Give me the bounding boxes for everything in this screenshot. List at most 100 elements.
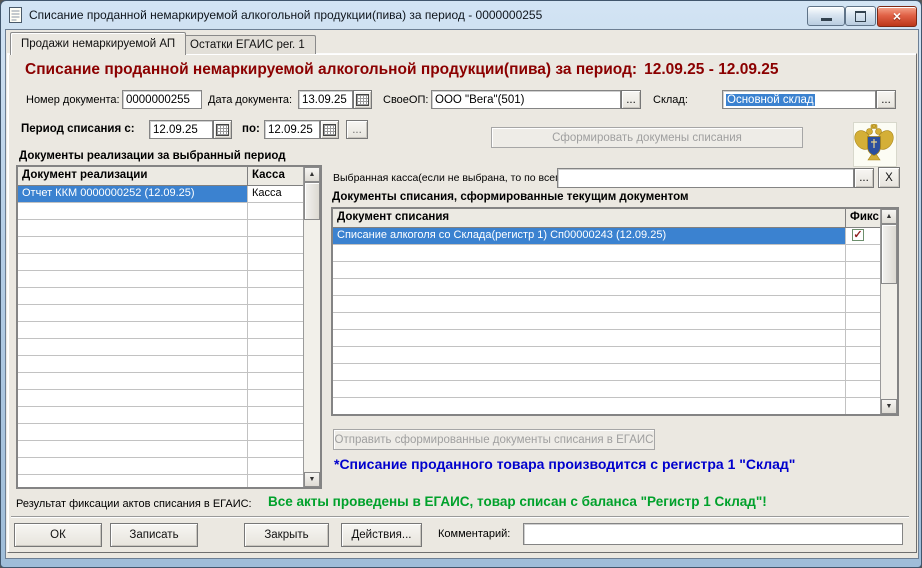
table-cell[interactable] [846,296,881,312]
table-cell[interactable] [18,220,248,236]
table-cell[interactable] [248,441,304,457]
table-cell[interactable] [333,398,846,414]
cashbox-clear-button[interactable]: X [878,167,900,188]
period-to-field[interactable]: 12.09.25 [264,120,320,139]
close-form-button[interactable]: Закрыть [244,523,329,547]
selected-cashbox-field[interactable] [557,168,854,188]
table-cell[interactable] [18,322,248,338]
table-cell[interactable] [18,203,248,219]
table-cell[interactable]: Отчет ККМ 0000000252 (12.09.25) [18,186,248,202]
period-from-field[interactable]: 12.09.25 [149,120,213,139]
period-to-calendar-button[interactable] [320,120,339,139]
table-row[interactable] [18,390,304,407]
table-cell[interactable]: Касса [248,186,304,202]
titlebar[interactable]: Списание проданной немаркируемой алкогол… [1,1,921,29]
scroll-thumb[interactable] [304,182,320,220]
warehouse-field[interactable]: Основной склад [722,90,876,109]
scroll-up-icon[interactable]: ▲ [304,167,320,182]
table-cell[interactable] [248,407,304,423]
table-cell[interactable] [248,254,304,270]
table-row[interactable] [333,313,881,330]
table-row[interactable] [18,220,304,237]
table-row[interactable] [333,279,881,296]
scroll-down-icon[interactable]: ▼ [881,399,897,414]
table-cell[interactable] [333,330,846,346]
table-cell[interactable] [18,254,248,270]
tab-egais-remains[interactable]: Остатки ЕГАИС рег. 1 [179,35,316,54]
table-row[interactable] [18,458,304,475]
table-cell[interactable] [846,313,881,329]
table-row[interactable]: Списание алкоголя со Склада(регистр 1) С… [333,228,881,245]
own-op-select-button[interactable]: ... [621,90,641,109]
doc-number-field[interactable]: 0000000255 [122,90,202,109]
table-cell[interactable] [846,330,881,346]
table-cell[interactable] [846,398,881,414]
table-cell[interactable] [846,364,881,380]
scroll-up-icon[interactable]: ▲ [881,209,897,224]
table-cell[interactable] [333,415,846,416]
table-cell[interactable] [248,339,304,355]
vertical-scrollbar[interactable]: ▲ ▼ [880,209,897,414]
generate-writeoff-docs-button[interactable]: Сформировать докумены списания [491,127,803,148]
table-row[interactable] [18,237,304,254]
table-cell[interactable] [18,407,248,423]
table-cell[interactable] [18,424,248,440]
table-cell[interactable] [18,237,248,253]
table-row[interactable] [18,288,304,305]
table-cell[interactable] [18,441,248,457]
table-cell[interactable] [333,313,846,329]
table-row[interactable] [18,475,304,489]
table-row[interactable] [18,373,304,390]
table-cell[interactable] [846,381,881,397]
fix-checkbox[interactable]: ✓ [852,229,864,241]
cashbox-select-button[interactable]: ... [854,168,874,188]
table-row[interactable] [18,305,304,322]
tab-sales-unmarked[interactable]: Продажи немаркируемой АП [10,32,186,55]
table-cell[interactable] [333,296,846,312]
table-row[interactable] [333,381,881,398]
vertical-scrollbar[interactable]: ▲ ▼ [303,167,320,487]
table-cell[interactable]: Списание алкоголя со Склада(регистр 1) С… [333,228,846,244]
table-cell[interactable] [18,305,248,321]
period-from-calendar-button[interactable] [213,120,232,139]
table-cell[interactable] [248,356,304,372]
table-cell[interactable] [248,390,304,406]
doc-date-field[interactable]: 13.09.25 [298,90,353,109]
table-cell[interactable] [248,305,304,321]
table-cell[interactable] [333,245,846,261]
table-cell[interactable] [248,373,304,389]
table-cell[interactable] [248,271,304,287]
table-cell[interactable] [248,288,304,304]
table-row[interactable] [333,415,881,416]
table-cell[interactable]: ✓ [846,228,881,244]
table-cell[interactable] [248,458,304,474]
table-cell[interactable] [333,381,846,397]
table-cell[interactable] [333,364,846,380]
table-cell[interactable] [846,347,881,363]
table-cell[interactable] [18,458,248,474]
table-cell[interactable] [18,288,248,304]
table-cell[interactable] [248,220,304,236]
table-cell[interactable] [18,390,248,406]
close-button[interactable]: × [877,6,917,27]
table-row[interactable] [18,203,304,220]
table-cell[interactable] [248,203,304,219]
ok-button[interactable]: ОК [14,523,102,547]
table-cell[interactable] [846,262,881,278]
doc-date-calendar-button[interactable] [353,90,372,109]
table-cell[interactable] [18,356,248,372]
actions-button[interactable]: Действия... [341,523,422,547]
table-cell[interactable] [846,245,881,261]
table-cell[interactable] [333,279,846,295]
table-cell[interactable] [18,271,248,287]
table-row[interactable] [333,330,881,347]
table-row[interactable] [18,407,304,424]
table-row[interactable] [333,364,881,381]
table-cell[interactable] [333,262,846,278]
warehouse-select-button[interactable]: ... [876,90,896,109]
table-cell[interactable] [18,475,248,489]
maximize-button[interactable] [845,6,876,26]
table-row[interactable] [18,254,304,271]
table-cell[interactable] [18,339,248,355]
table-row[interactable] [18,441,304,458]
